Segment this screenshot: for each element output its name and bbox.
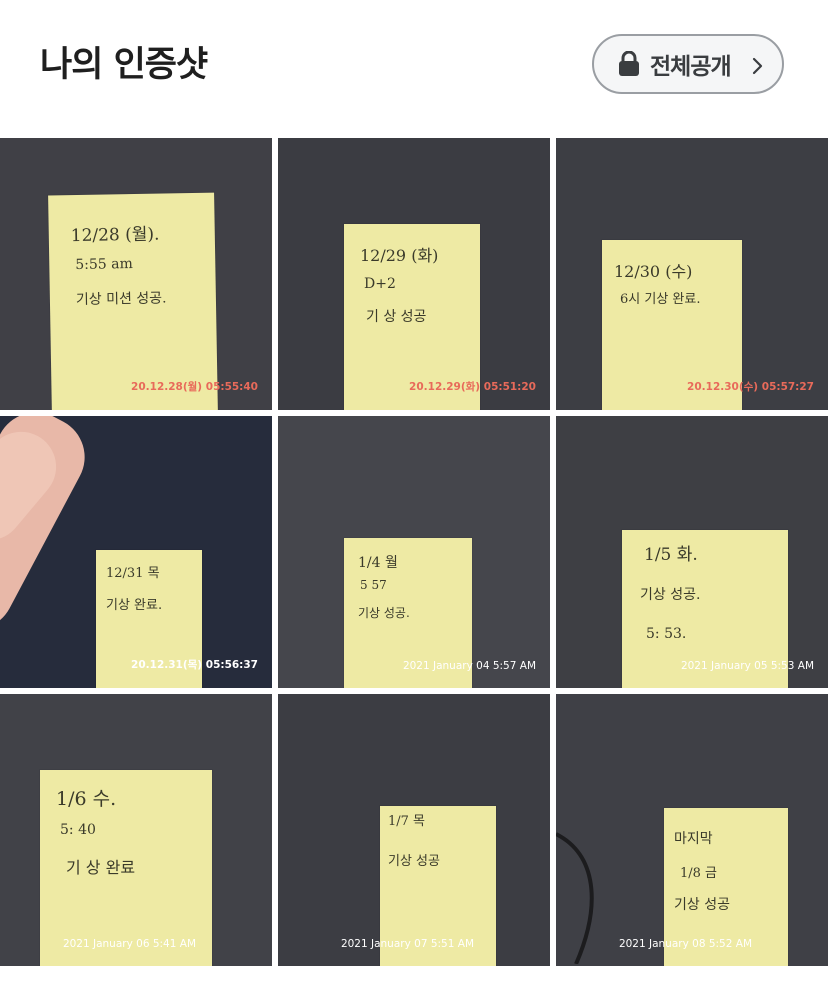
note-line: 기상 성공 [388, 854, 440, 869]
photo-timestamp: 20.12.30(수) 05:57:27 [687, 381, 814, 393]
note-line: 기상 미션 성공. [75, 290, 167, 308]
note-line: 기상 완료. [106, 598, 163, 613]
note-line: 기상 성공 [674, 897, 730, 913]
page-title: 나의 인증샷 [40, 45, 208, 85]
photo-timestamp: 20.12.29(화) 05:51:20 [409, 381, 536, 393]
note-line: 5:55 am [75, 255, 133, 273]
note-line: D+2 [364, 276, 396, 292]
note-line: 1/6 수. [56, 788, 117, 810]
photo-tile[interactable]: 12/28 (월). 5:55 am 기상 미션 성공. 20.12.28(월)… [0, 138, 272, 410]
note-line: 12/31 목 [106, 566, 160, 581]
note-line: 마지막 [674, 831, 713, 847]
page-header: 나의 인증샷 전체공개 [0, 0, 828, 138]
note-line: 5: 40 [60, 822, 96, 838]
cable [556, 832, 594, 964]
note-line: 5: 53. [646, 626, 687, 642]
photo-tile[interactable]: 1/6 수. 5: 40 기 상 완료 2021 January 06 5:41… [0, 694, 272, 966]
note-line: 6시 기상 완료. [620, 292, 701, 307]
chevron-right-icon [752, 57, 763, 75]
note-line: 기 상 성공 [366, 309, 427, 325]
visibility-setting-button[interactable]: 전체공개 [592, 34, 784, 94]
photo-tile[interactable]: 12/31 목 기상 완료. 20.12.31(목) 05:56:37 [0, 416, 272, 688]
note-line: 기상 성공. [640, 587, 701, 603]
photo-timestamp: 2021 January 06 5:41 AM [62, 938, 196, 950]
note-line: 1/4 월 [358, 555, 398, 571]
photo-tile[interactable]: 12/29 (화) D+2 기 상 성공 20.12.29(화) 05:51:2… [278, 138, 550, 410]
note-line: 5 57 [360, 578, 387, 592]
photo-tile[interactable]: 1/5 화. 기상 성공. 5: 53. 2021 January 05 5:5… [556, 416, 828, 688]
photo-tile[interactable]: 12/30 (수) 6시 기상 완료. 20.12.30(수) 05:57:27 [556, 138, 828, 410]
note-line: 기 상 완료 [66, 858, 136, 877]
note-line: 12/30 (수) [614, 262, 693, 281]
note-line: 1/8 금 [680, 866, 718, 881]
note-line: 기상 성공. [358, 606, 410, 620]
sticky-note: 1/6 수. 5: 40 기 상 완료 [40, 770, 212, 966]
visibility-label: 전체공개 [650, 54, 732, 80]
photo-grid: 12/28 (월). 5:55 am 기상 미션 성공. 20.12.28(월)… [0, 138, 828, 968]
note-line: 1/7 목 [388, 814, 426, 829]
photo-timestamp: 2021 January 07 5:51 AM [340, 938, 474, 950]
photo-timestamp: 2021 January 05 5:53 AM [680, 660, 814, 672]
photo-tile[interactable]: 마지막 1/8 금 기상 성공 2021 January 08 5:52 AM [556, 694, 828, 966]
sticky-note: 12/28 (월). 5:55 am 기상 미션 성공. [48, 192, 218, 410]
lock-icon [619, 51, 639, 76]
note-line: 12/29 (화) [360, 246, 439, 265]
photo-timestamp: 2021 January 04 5:57 AM [402, 660, 536, 672]
photo-timestamp: 2021 January 08 5:52 AM [618, 938, 752, 950]
note-line: 12/28 (월). [70, 224, 160, 247]
photo-timestamp: 20.12.28(월) 05:55:40 [131, 381, 258, 393]
note-line: 1/5 화. [644, 545, 698, 565]
photo-tile[interactable]: 1/4 월 5 57 기상 성공. 2021 January 04 5:57 A… [278, 416, 550, 688]
photo-timestamp: 20.12.31(목) 05:56:37 [131, 659, 258, 671]
photo-tile[interactable]: 1/7 목 기상 성공 2021 January 07 5:51 AM [278, 694, 550, 966]
